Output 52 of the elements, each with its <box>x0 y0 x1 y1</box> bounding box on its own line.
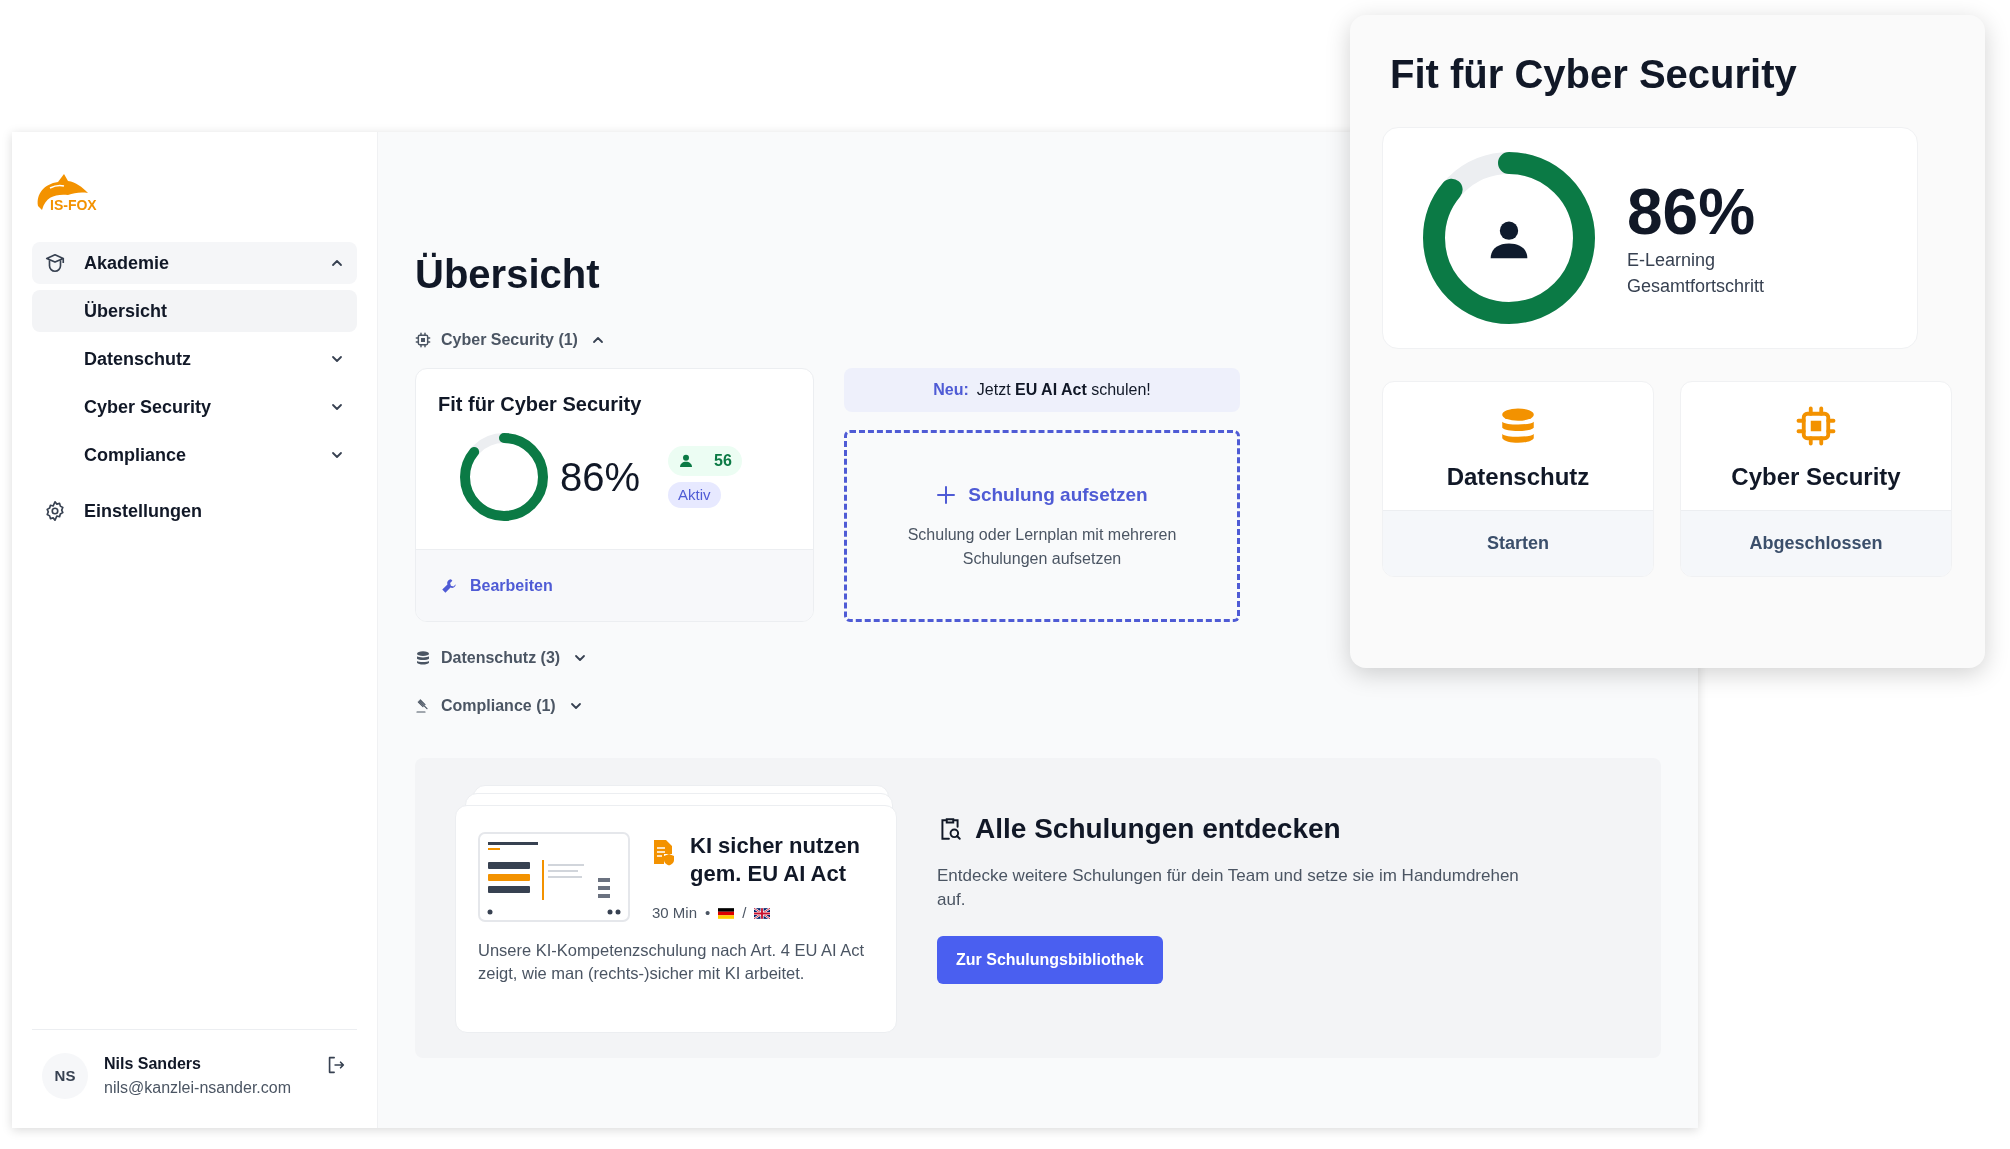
section-toggle[interactable]: Datenschutz (3) <box>415 646 589 670</box>
create-training-box[interactable]: Schulung aufsetzen Schulung oder Lernplan mit mehreren Schulungen aufsetzen <box>844 430 1240 622</box>
separator-slash: / <box>742 903 747 923</box>
chip-icon <box>415 332 431 348</box>
settings-icon <box>44 500 66 522</box>
featured-course-description: Unsere KI-Kompetenzschulung nach Art. 4 EU AI Act zeigt, wie man (rechts-)sicher mit KI arbeitet. <box>478 939 866 984</box>
progress-percent: 86% <box>560 454 641 501</box>
discover-text: Entdecke weitere Schulungen für dein Team und setze sie im Handumdrehen auf. <box>937 865 1520 911</box>
chip-icon <box>1795 405 1837 447</box>
new-label: Neu: <box>933 380 969 400</box>
featured-course-card[interactable]: KI sicher nutzen gem. EU AI Act 30 Min • / Unsere KI-Kompetenzschulung nach Art. 4 EU AI Act zeigt, wie man (rechts-)sicher mit KI arbeitet. <box>455 805 897 1033</box>
database-icon <box>415 650 431 666</box>
module-card[interactable]: Datenschutz Starten <box>1382 381 1654 577</box>
gavel-icon <box>415 698 431 714</box>
discover-heading: Alle Schulungen entdecken <box>975 812 1341 846</box>
module-action[interactable]: Starten <box>1487 530 1549 557</box>
nav-item[interactable]: Compliance <box>32 434 357 476</box>
section-toggle[interactable]: Cyber Security (1) <box>415 328 606 352</box>
document-shield-icon <box>652 838 676 866</box>
course-title: Fit für Cyber Security <box>438 392 643 417</box>
featured-course-title: KI sicher nutzen gem. EU AI Act <box>690 832 861 888</box>
course-duration: 30 Min <box>652 903 698 923</box>
user-name: Nils Sanders <box>104 1054 202 1074</box>
participants-badge: 56 <box>668 445 742 476</box>
nav-item[interactable]: Einstellungen <box>32 490 357 532</box>
module-name: Datenschutz <box>1446 462 1590 492</box>
separator-dot: • <box>705 903 711 923</box>
graduate-icon <box>44 252 66 274</box>
page-title: Übersicht <box>415 251 600 298</box>
nav-item[interactable]: Datenschutz <box>32 338 357 380</box>
status-badge: Aktiv <box>668 481 721 509</box>
user-email: nils@kanzlei-nsander.com <box>104 1078 292 1098</box>
wrench-icon <box>440 576 458 595</box>
german-flag-icon <box>718 907 735 919</box>
new-banner[interactable]: Neu: Jetzt EU AI Act schulen! <box>844 368 1240 412</box>
overall-percent: 86% <box>1627 177 1757 247</box>
nav-item[interactable]: Akademie <box>32 242 357 284</box>
user-avatar: NS <box>42 1053 88 1099</box>
library-button[interactable]: Zur Schulungsbibliothek <box>937 936 1163 984</box>
edit-link[interactable]: Bearbeiten <box>440 573 553 598</box>
section-toggle[interactable]: Compliance (1) <box>415 694 584 718</box>
create-training-description: Schulung oder Lernplan mit mehreren Schulungen aufsetzen <box>906 525 1178 570</box>
module-name: Cyber Security <box>1731 462 1901 492</box>
create-training-title: Schulung aufsetzen <box>968 482 1148 507</box>
nav-item[interactable]: Übersicht <box>32 290 357 332</box>
plus-icon <box>936 485 957 505</box>
uk-flag-icon <box>754 907 771 919</box>
module-card[interactable]: Cyber Security Abgeschlossen <box>1680 381 1952 577</box>
nav-item[interactable]: Cyber Security <box>32 386 357 428</box>
popup-title: Fit für Cyber Security <box>1390 51 1798 98</box>
banner-text: Jetzt EU AI Act schulen! <box>976 380 1151 400</box>
overall-progress-label: E-Learning Gesamtfortschritt <box>1627 249 1766 298</box>
